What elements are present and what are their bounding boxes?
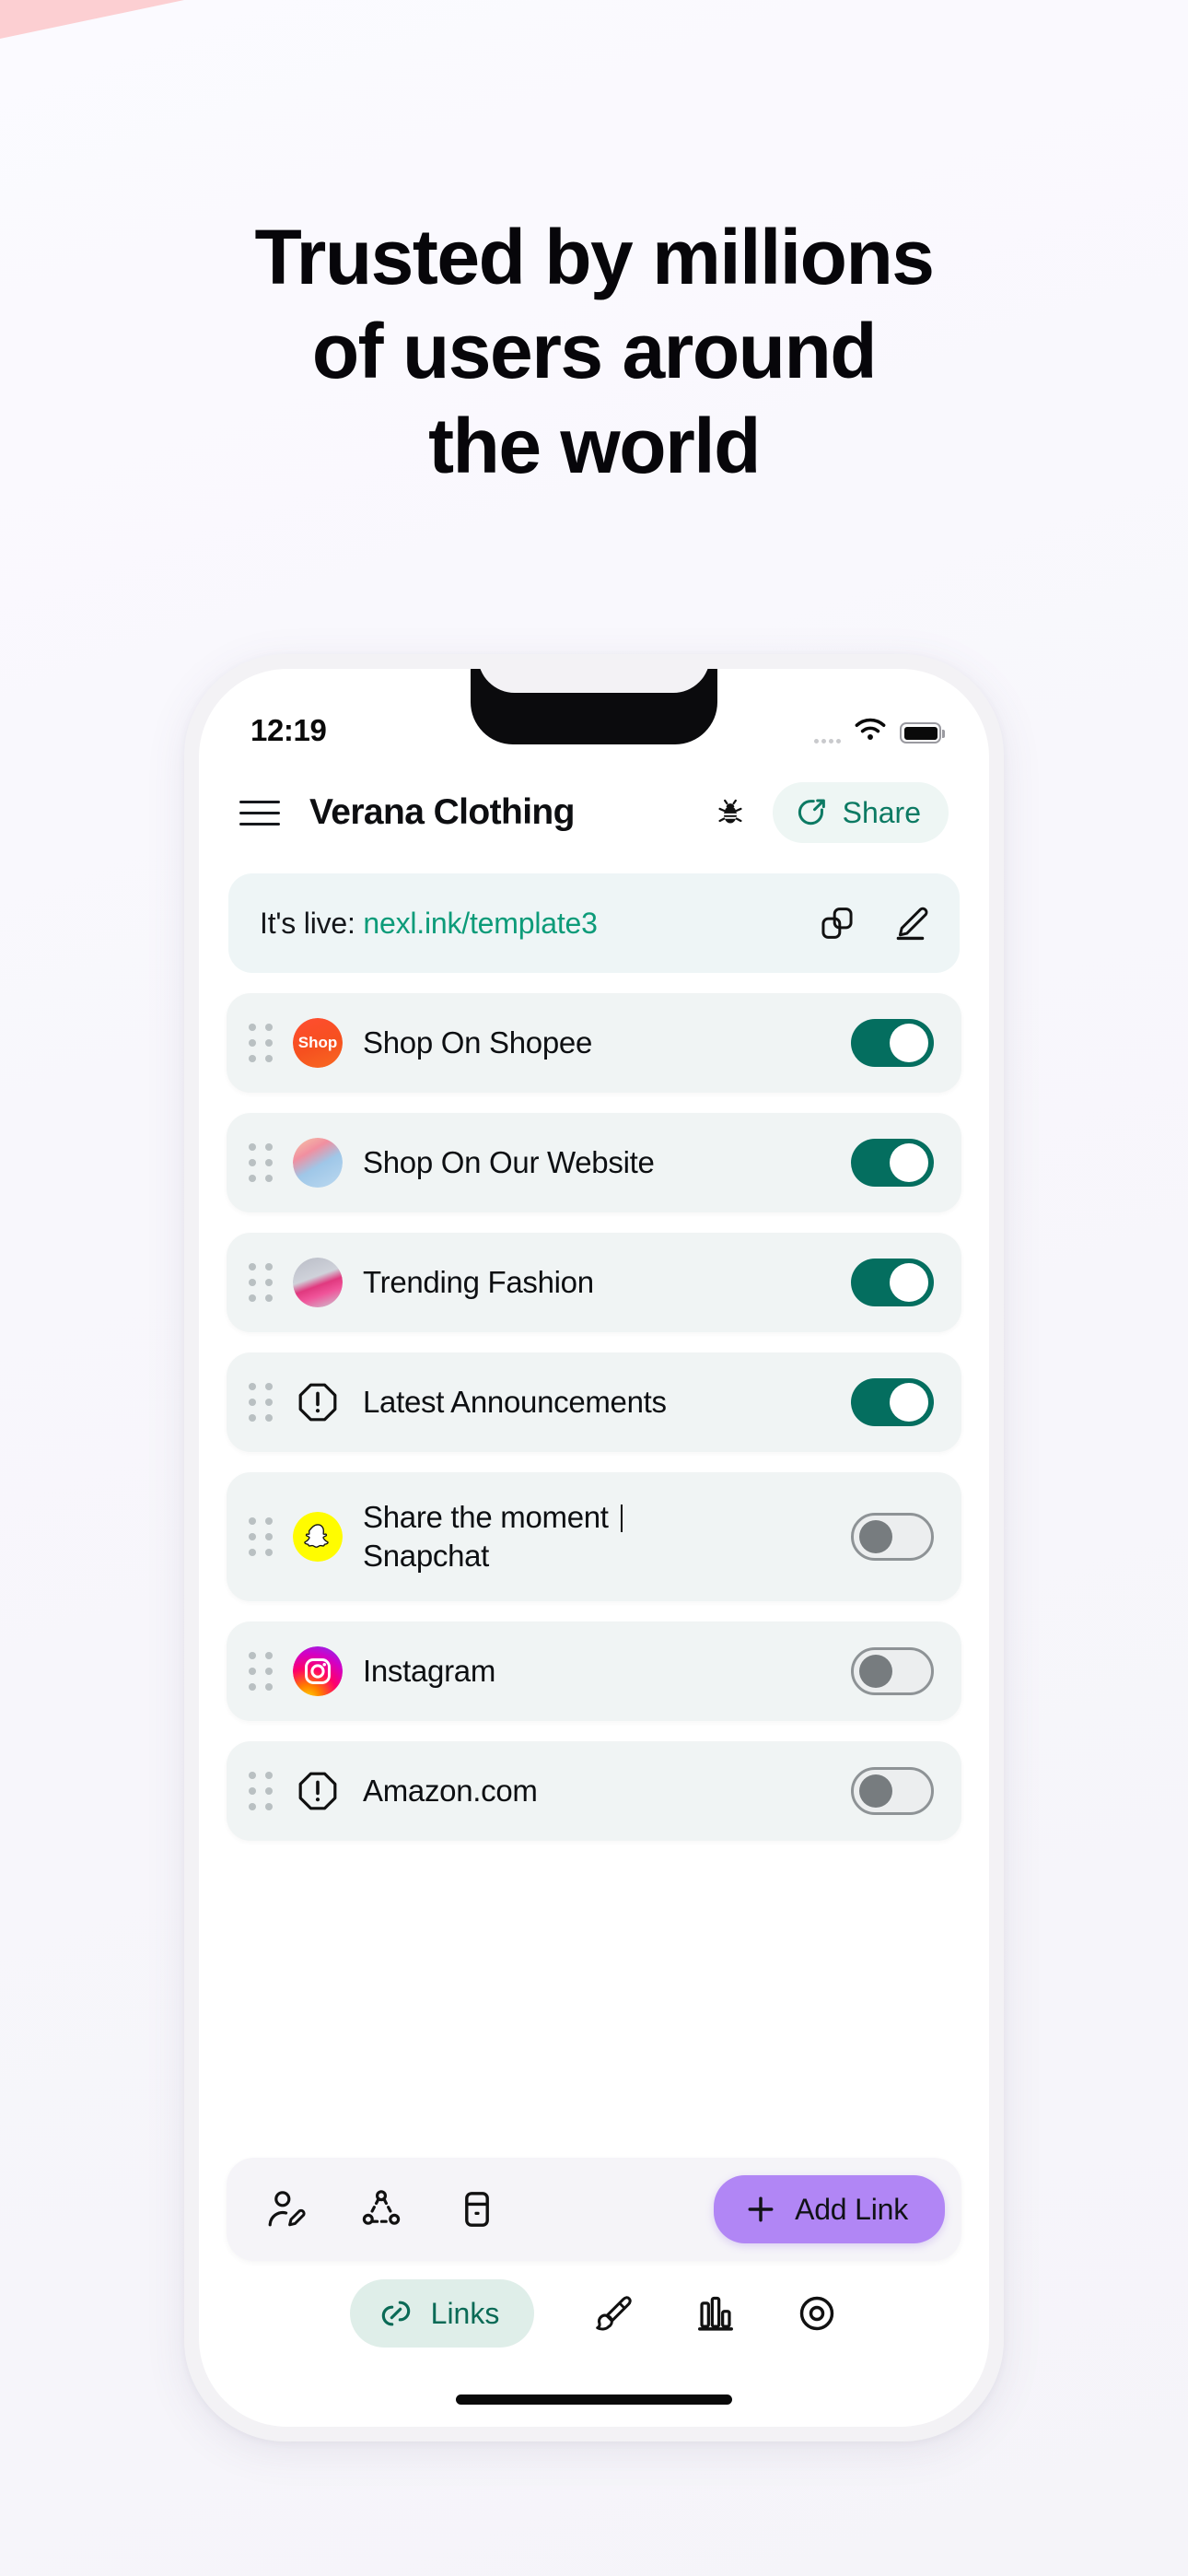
instagram-icon — [293, 1646, 343, 1696]
drag-handle-icon[interactable] — [249, 1024, 273, 1062]
table-row[interactable]: Latest Announcements — [227, 1352, 961, 1452]
design-brush-icon[interactable] — [593, 2292, 635, 2335]
decorative-pink-corner — [0, 0, 184, 39]
bar-chart-icon[interactable] — [694, 2292, 737, 2335]
link-label: Trending Fashion — [363, 1264, 594, 1299]
table-row[interactable]: Shop Shop On Shopee — [227, 993, 961, 1093]
copy-icon[interactable] — [818, 904, 856, 943]
drag-handle-icon[interactable] — [249, 1652, 273, 1691]
share-button-label: Share — [842, 795, 921, 829]
app-header: Verana Clothing Share — [199, 768, 989, 857]
table-row[interactable]: Instagram — [227, 1622, 961, 1721]
bottom-nav: Links — [199, 2279, 989, 2348]
link-label-line2: Snapchat — [363, 1539, 490, 1573]
share-network-icon[interactable] — [359, 2187, 403, 2231]
headline-line-2: of users around — [311, 308, 878, 395]
link-label: Shop On Shopee — [363, 1025, 593, 1060]
edit-profile-icon[interactable] — [263, 2187, 308, 2231]
live-banner-actions — [818, 904, 930, 943]
archive-icon[interactable] — [455, 2187, 499, 2231]
status-time: 12:19 — [250, 713, 327, 747]
live-url-banner: It's live: nexl.ink/template3 — [228, 873, 960, 973]
shopee-icon-label: Shop — [293, 1018, 343, 1068]
drag-handle-icon[interactable] — [249, 1143, 273, 1182]
snapchat-icon — [293, 1512, 343, 1562]
headline-line-3: the world — [428, 402, 761, 489]
link-toggle[interactable] — [851, 1139, 934, 1187]
bottom-toolbar: Add Link — [227, 2158, 961, 2261]
table-row[interactable]: Amazon.com — [227, 1741, 961, 1841]
shopee-icon: Shop — [293, 1018, 343, 1068]
tab-links[interactable]: Links — [349, 2279, 535, 2348]
headline-line-1: Trusted by millions — [254, 214, 935, 300]
link-toggle[interactable] — [851, 1513, 934, 1561]
tab-links-label: Links — [430, 2296, 500, 2330]
add-link-label: Add Link — [795, 2192, 908, 2226]
table-row[interactable]: Trending Fashion — [227, 1233, 961, 1332]
table-row[interactable]: Shop On Our Website — [227, 1113, 961, 1212]
live-url-link[interactable]: nexl.ink/template3 — [363, 907, 598, 940]
link-label: Shop On Our Website — [363, 1144, 655, 1179]
add-link-button[interactable]: Add Link — [714, 2175, 945, 2243]
link-toggle[interactable] — [851, 1767, 934, 1815]
phone-mockup: 12:19 Verana Clothing Share It's live: n… — [184, 654, 1004, 2441]
table-row[interactable]: Share the moment Snapchat — [227, 1472, 961, 1601]
page-headline: Trusted by millions of users around the … — [0, 210, 1188, 493]
link-label: Amazon.com — [363, 1773, 538, 1808]
drag-handle-icon[interactable] — [249, 1383, 273, 1422]
wifi-icon — [855, 718, 886, 740]
alert-octagon-icon — [293, 1377, 343, 1427]
drag-handle-icon[interactable] — [249, 1772, 273, 1810]
status-indicators — [814, 718, 945, 744]
battery-full-icon — [900, 722, 945, 744]
link-toggle[interactable] — [851, 1259, 934, 1306]
hamburger-menu-icon[interactable] — [239, 800, 280, 825]
drag-handle-icon[interactable] — [249, 1263, 273, 1302]
alert-octagon-icon — [293, 1766, 343, 1816]
share-button[interactable]: Share — [772, 782, 949, 843]
fashion-photo-icon — [293, 1258, 343, 1307]
live-url-text: It's live: nexl.ink/template3 — [260, 907, 818, 941]
drag-handle-icon[interactable] — [249, 1517, 273, 1556]
link-toggle[interactable] — [851, 1647, 934, 1695]
links-list: Shop Shop On Shopee Shop On Our Website … — [227, 993, 961, 1861]
plus-icon — [748, 2196, 774, 2222]
page-title: Verana Clothing — [309, 792, 575, 832]
live-prefix: It's live: — [260, 906, 364, 940]
website-photo-icon — [293, 1138, 343, 1188]
edit-pencil-icon[interactable] — [891, 904, 930, 943]
link-label: Latest Announcements — [363, 1384, 667, 1419]
text-cursor — [620, 1504, 623, 1532]
links-chain-icon — [381, 2301, 410, 2326]
link-label-line1: Share the moment — [363, 1499, 617, 1534]
dynamic-island — [478, 669, 710, 693]
link-label: Instagram — [363, 1653, 496, 1688]
link-label: Share the moment Snapchat — [363, 1498, 851, 1575]
bug-icon[interactable] — [714, 796, 747, 829]
link-toggle[interactable] — [851, 1019, 934, 1067]
signal-dots-icon — [814, 739, 841, 744]
link-toggle[interactable] — [851, 1378, 934, 1426]
phone-screen: 12:19 Verana Clothing Share It's live: n… — [199, 669, 989, 2427]
home-indicator — [456, 2395, 732, 2405]
share-arrow-icon — [798, 799, 825, 825]
eye-preview-icon[interactable] — [796, 2292, 838, 2335]
toolbar-icons — [263, 2187, 714, 2231]
